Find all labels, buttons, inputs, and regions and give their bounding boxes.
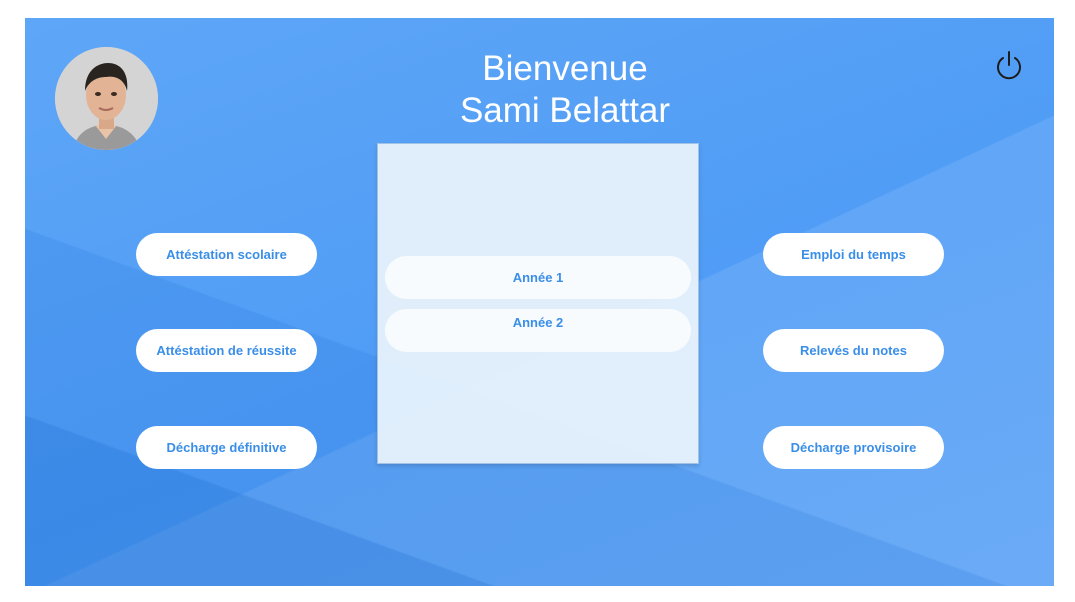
year-1-button[interactable]: Année 1 bbox=[385, 256, 691, 299]
power-icon bbox=[997, 51, 1021, 80]
user-photo-icon bbox=[55, 47, 158, 150]
welcome-line: Bienvenue bbox=[482, 49, 648, 88]
year-2-button[interactable]: Année 2 bbox=[385, 309, 691, 352]
avatar bbox=[55, 47, 158, 150]
attestation-reussite-button[interactable]: Attéstation de réussite bbox=[136, 329, 317, 372]
power-button[interactable] bbox=[992, 48, 1026, 82]
year-selection-panel: Année 1 Année 2 bbox=[377, 143, 699, 464]
user-name: Sami Belattar bbox=[459, 91, 671, 130]
emploi-du-temps-button[interactable]: Emploi du temps bbox=[763, 233, 944, 276]
year-1-label: Année 1 bbox=[512, 270, 564, 285]
welcome-heading: Bienvenue Sami Belattar bbox=[405, 48, 725, 132]
decharge-definitive-button[interactable]: Décharge définitive bbox=[136, 426, 317, 469]
releves-notes-button[interactable]: Relevés du notes bbox=[763, 329, 944, 372]
year-2-label: Année 2 bbox=[512, 315, 564, 330]
app-window: Bienvenue Sami Belattar Attéstation scol… bbox=[25, 18, 1054, 586]
decharge-provisoire-button[interactable]: Décharge provisoire bbox=[763, 426, 944, 469]
attestation-scolaire-button[interactable]: Attéstation scolaire bbox=[136, 233, 317, 276]
